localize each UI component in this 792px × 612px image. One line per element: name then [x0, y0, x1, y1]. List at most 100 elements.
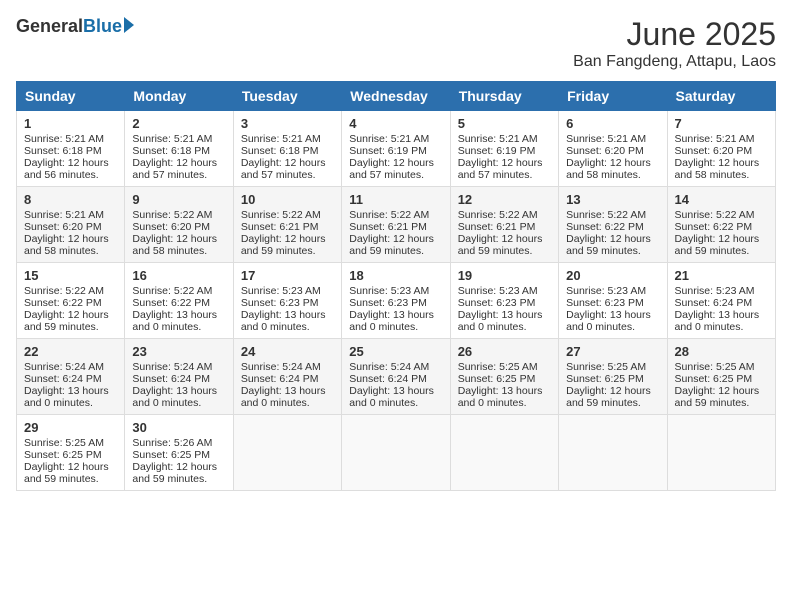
calendar-cell: 15 Sunrise: 5:22 AM Sunset: 6:22 PM Dayl… [17, 263, 125, 339]
day-number: 17 [241, 268, 334, 283]
day-number: 8 [24, 192, 117, 207]
calendar-cell: 16 Sunrise: 5:22 AM Sunset: 6:22 PM Dayl… [125, 263, 233, 339]
title-block: June 2025 Ban Fangdeng, Attapu, Laos [573, 16, 776, 71]
calendar-cell: 13 Sunrise: 5:22 AM Sunset: 6:22 PM Dayl… [559, 187, 667, 263]
calendar-cell: 25 Sunrise: 5:24 AM Sunset: 6:24 PM Dayl… [342, 339, 450, 415]
sunrise-text: Sunrise: 5:21 AM [675, 133, 755, 145]
sunrise-text: Sunrise: 5:22 AM [24, 285, 104, 297]
sunrise-text: Sunrise: 5:21 AM [24, 209, 104, 221]
weekday-header: Sunday [17, 82, 125, 111]
sunset-text: Sunset: 6:25 PM [24, 449, 102, 461]
daylight-text: Daylight: 12 hours and 56 minutes. [24, 157, 109, 181]
calendar-table: SundayMondayTuesdayWednesdayThursdayFrid… [16, 81, 776, 491]
sunrise-text: Sunrise: 5:22 AM [675, 209, 755, 221]
daylight-text: Daylight: 12 hours and 58 minutes. [675, 157, 760, 181]
daylight-text: Daylight: 13 hours and 0 minutes. [132, 385, 217, 409]
calendar-cell [450, 415, 558, 491]
day-number: 18 [349, 268, 442, 283]
sunrise-text: Sunrise: 5:22 AM [132, 285, 212, 297]
logo-blue-text: Blue [83, 16, 122, 37]
calendar-week-row: 1 Sunrise: 5:21 AM Sunset: 6:18 PM Dayli… [17, 111, 776, 187]
calendar-cell: 29 Sunrise: 5:25 AM Sunset: 6:25 PM Dayl… [17, 415, 125, 491]
sunset-text: Sunset: 6:23 PM [349, 297, 427, 309]
calendar-cell: 5 Sunrise: 5:21 AM Sunset: 6:19 PM Dayli… [450, 111, 558, 187]
logo-general-text: General [16, 16, 83, 37]
daylight-text: Daylight: 13 hours and 0 minutes. [458, 385, 543, 409]
sunrise-text: Sunrise: 5:21 AM [458, 133, 538, 145]
day-number: 13 [566, 192, 659, 207]
page-header: General Blue June 2025 Ban Fangdeng, Att… [16, 16, 776, 71]
daylight-text: Daylight: 12 hours and 57 minutes. [241, 157, 326, 181]
daylight-text: Daylight: 12 hours and 59 minutes. [132, 461, 217, 485]
sunset-text: Sunset: 6:21 PM [349, 221, 427, 233]
daylight-text: Daylight: 12 hours and 59 minutes. [566, 385, 651, 409]
daylight-text: Daylight: 12 hours and 58 minutes. [24, 233, 109, 257]
day-number: 22 [24, 344, 117, 359]
day-number: 20 [566, 268, 659, 283]
calendar-cell: 2 Sunrise: 5:21 AM Sunset: 6:18 PM Dayli… [125, 111, 233, 187]
sunset-text: Sunset: 6:24 PM [24, 373, 102, 385]
calendar-cell: 17 Sunrise: 5:23 AM Sunset: 6:23 PM Dayl… [233, 263, 341, 339]
daylight-text: Daylight: 12 hours and 57 minutes. [132, 157, 217, 181]
sunrise-text: Sunrise: 5:25 AM [675, 361, 755, 373]
sunset-text: Sunset: 6:24 PM [132, 373, 210, 385]
sunset-text: Sunset: 6:21 PM [241, 221, 319, 233]
calendar-week-row: 29 Sunrise: 5:25 AM Sunset: 6:25 PM Dayl… [17, 415, 776, 491]
sunset-text: Sunset: 6:19 PM [458, 145, 536, 157]
calendar-cell: 22 Sunrise: 5:24 AM Sunset: 6:24 PM Dayl… [17, 339, 125, 415]
calendar-cell: 3 Sunrise: 5:21 AM Sunset: 6:18 PM Dayli… [233, 111, 341, 187]
sunset-text: Sunset: 6:19 PM [349, 145, 427, 157]
calendar-cell: 12 Sunrise: 5:22 AM Sunset: 6:21 PM Dayl… [450, 187, 558, 263]
sunrise-text: Sunrise: 5:21 AM [241, 133, 321, 145]
day-number: 15 [24, 268, 117, 283]
calendar-title: June 2025 [573, 16, 776, 53]
sunset-text: Sunset: 6:18 PM [132, 145, 210, 157]
sunrise-text: Sunrise: 5:25 AM [24, 437, 104, 449]
sunrise-text: Sunrise: 5:25 AM [458, 361, 538, 373]
sunrise-text: Sunrise: 5:23 AM [241, 285, 321, 297]
day-number: 12 [458, 192, 551, 207]
sunrise-text: Sunrise: 5:21 AM [566, 133, 646, 145]
sunrise-text: Sunrise: 5:21 AM [132, 133, 212, 145]
sunrise-text: Sunrise: 5:21 AM [349, 133, 429, 145]
calendar-cell: 8 Sunrise: 5:21 AM Sunset: 6:20 PM Dayli… [17, 187, 125, 263]
day-number: 5 [458, 116, 551, 131]
sunrise-text: Sunrise: 5:22 AM [241, 209, 321, 221]
weekday-header: Friday [559, 82, 667, 111]
sunset-text: Sunset: 6:18 PM [24, 145, 102, 157]
weekday-header: Tuesday [233, 82, 341, 111]
daylight-text: Daylight: 13 hours and 0 minutes. [566, 309, 651, 333]
daylight-text: Daylight: 12 hours and 58 minutes. [132, 233, 217, 257]
day-number: 21 [675, 268, 768, 283]
daylight-text: Daylight: 13 hours and 0 minutes. [132, 309, 217, 333]
calendar-cell: 27 Sunrise: 5:25 AM Sunset: 6:25 PM Dayl… [559, 339, 667, 415]
sunset-text: Sunset: 6:23 PM [241, 297, 319, 309]
daylight-text: Daylight: 12 hours and 59 minutes. [24, 461, 109, 485]
daylight-text: Daylight: 12 hours and 59 minutes. [675, 385, 760, 409]
sunrise-text: Sunrise: 5:24 AM [132, 361, 212, 373]
sunrise-text: Sunrise: 5:22 AM [458, 209, 538, 221]
day-number: 11 [349, 192, 442, 207]
logo: General Blue [16, 16, 134, 37]
day-number: 3 [241, 116, 334, 131]
calendar-cell [233, 415, 341, 491]
calendar-cell: 10 Sunrise: 5:22 AM Sunset: 6:21 PM Dayl… [233, 187, 341, 263]
daylight-text: Daylight: 12 hours and 59 minutes. [675, 233, 760, 257]
calendar-cell: 18 Sunrise: 5:23 AM Sunset: 6:23 PM Dayl… [342, 263, 450, 339]
sunset-text: Sunset: 6:22 PM [24, 297, 102, 309]
sunrise-text: Sunrise: 5:23 AM [349, 285, 429, 297]
sunset-text: Sunset: 6:23 PM [566, 297, 644, 309]
sunset-text: Sunset: 6:23 PM [458, 297, 536, 309]
sunset-text: Sunset: 6:25 PM [458, 373, 536, 385]
daylight-text: Daylight: 13 hours and 0 minutes. [349, 309, 434, 333]
day-number: 2 [132, 116, 225, 131]
sunrise-text: Sunrise: 5:24 AM [241, 361, 321, 373]
calendar-cell: 24 Sunrise: 5:24 AM Sunset: 6:24 PM Dayl… [233, 339, 341, 415]
calendar-cell: 23 Sunrise: 5:24 AM Sunset: 6:24 PM Dayl… [125, 339, 233, 415]
calendar-cell [667, 415, 775, 491]
daylight-text: Daylight: 12 hours and 59 minutes. [241, 233, 326, 257]
sunrise-text: Sunrise: 5:23 AM [675, 285, 755, 297]
daylight-text: Daylight: 13 hours and 0 minutes. [24, 385, 109, 409]
sunset-text: Sunset: 6:20 PM [132, 221, 210, 233]
weekday-header: Monday [125, 82, 233, 111]
